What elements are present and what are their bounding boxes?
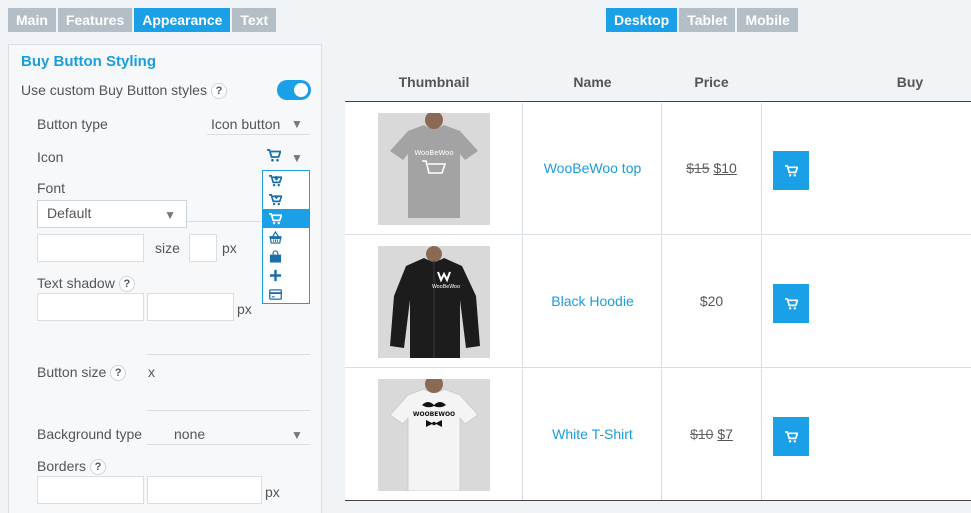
px-label: px	[222, 240, 237, 256]
cell-divider	[761, 369, 762, 500]
product-name-link[interactable]: Black Hoodie	[523, 293, 662, 309]
product-price: $20	[662, 293, 761, 309]
table-row: WooBeWoo WooBeWoo top $15 $10	[345, 103, 971, 235]
divider	[147, 354, 310, 355]
background-type-value[interactable]: none	[174, 426, 205, 442]
product-thumbnail[interactable]: WooBeWoo	[378, 113, 490, 225]
help-icon[interactable]: ?	[118, 276, 135, 293]
toggle-knob	[294, 83, 308, 97]
tab-tablet[interactable]: Tablet	[679, 8, 736, 32]
product-price: $15 $10	[662, 160, 761, 176]
old-price: $15	[686, 160, 710, 176]
table-row: WooBeWoo Black Hoodie $20	[345, 236, 971, 368]
border-width-inputs[interactable]	[147, 476, 262, 504]
background-type-label: Background type	[37, 426, 143, 442]
product-thumbnail[interactable]: WOOBEWOO	[378, 379, 490, 491]
settings-tabs: Main Features Appearance Text	[8, 8, 277, 32]
tab-features[interactable]: Features	[57, 8, 133, 32]
button-type-underline	[207, 134, 310, 135]
borders-label: Borders	[37, 458, 87, 474]
px-label: px	[265, 484, 280, 500]
print-text: WooBeWoo	[414, 149, 453, 157]
size-label: size	[155, 240, 180, 256]
chevron-down-icon[interactable]: ▼	[291, 428, 303, 442]
chevron-down-icon: ▼	[164, 208, 176, 222]
button-type-value[interactable]: Icon button	[211, 116, 280, 132]
shopping-cart-icon	[784, 297, 798, 310]
sale-price: $7	[717, 426, 733, 442]
help-icon[interactable]: ?	[90, 459, 107, 476]
product-thumbnail[interactable]: WooBeWoo	[378, 246, 490, 358]
font-size-input[interactable]	[189, 234, 217, 262]
header-price[interactable]: Price	[662, 74, 761, 90]
add-to-cart-button[interactable]	[773, 151, 809, 190]
custom-styles-row: Use custom Buy Button styles?	[21, 82, 227, 100]
borders-row: Borders?	[37, 458, 107, 476]
x-label: x	[148, 364, 155, 380]
buy-button-styling-panel: Buy Button Styling Use custom Buy Button…	[8, 44, 322, 513]
print-text: WOOBEWOO	[413, 411, 455, 418]
regular-price: $20	[699, 293, 724, 309]
panel-title: Buy Button Styling	[21, 53, 156, 70]
tab-appearance[interactable]: Appearance	[134, 8, 231, 32]
font-label: Font	[37, 180, 66, 196]
shopping-cart-icon[interactable]	[263, 209, 309, 228]
text-shadow-label: Text shadow	[37, 275, 115, 291]
sale-price: $10	[713, 160, 737, 176]
product-name-link[interactable]: White T-Shirt	[523, 426, 662, 442]
divider	[147, 410, 310, 411]
shopping-cart-icon	[784, 164, 798, 177]
font-underline	[187, 221, 261, 222]
add-to-cart-button[interactable]	[773, 417, 809, 456]
shopping-basket-icon[interactable]	[263, 228, 309, 247]
px-label: px	[237, 301, 252, 317]
tab-text[interactable]: Text	[232, 8, 277, 32]
shopping-bag-icon[interactable]	[263, 247, 309, 266]
icon-dropdown-list	[262, 170, 310, 304]
cell-divider	[761, 236, 762, 367]
custom-styles-toggle[interactable]	[277, 80, 311, 100]
text-shadow-row: Text shadow?	[37, 275, 135, 293]
shopping-cart-icon	[784, 430, 798, 443]
border-color-input[interactable]	[37, 476, 144, 504]
font-select-value: Default	[47, 205, 92, 221]
credit-card-icon[interactable]	[263, 285, 309, 304]
table-row: WOOBEWOO White T-Shirt $10 $7	[345, 369, 971, 501]
header-thumbnail[interactable]: Thumbnail	[345, 74, 523, 90]
help-icon[interactable]: ?	[210, 83, 227, 100]
old-price: $10	[690, 426, 714, 442]
print-text: WooBeWoo	[432, 284, 460, 290]
header-name[interactable]: Name	[523, 74, 662, 90]
font-select[interactable]: Default ▼	[37, 200, 187, 228]
shadow-offset-inputs[interactable]	[147, 293, 234, 321]
add-to-cart-button[interactable]	[773, 284, 809, 323]
button-type-label: Button type	[37, 116, 108, 132]
tab-mobile[interactable]: Mobile	[737, 8, 798, 32]
tab-main[interactable]: Main	[8, 8, 56, 32]
cart-arrow-down-icon[interactable]	[263, 171, 309, 190]
cell-divider	[761, 103, 762, 234]
plus-icon[interactable]	[263, 266, 309, 285]
shadow-color-input[interactable]	[37, 293, 144, 321]
product-name-link[interactable]: WooBeWoo top	[523, 160, 662, 176]
help-icon[interactable]: ?	[110, 365, 127, 382]
custom-styles-label: Use custom Buy Button styles	[21, 82, 207, 98]
header-buy[interactable]: Buy	[857, 74, 963, 90]
table-header: Thumbnail Name Price Buy	[345, 62, 971, 102]
device-tabs: Desktop Tablet Mobile	[606, 8, 798, 32]
chevron-down-icon[interactable]: ▼	[291, 117, 303, 131]
tab-desktop[interactable]: Desktop	[606, 8, 678, 32]
background-type-underline	[147, 444, 310, 445]
font-color-input[interactable]	[37, 234, 144, 262]
cart-icon[interactable]	[267, 149, 282, 165]
cart-plus-icon[interactable]	[263, 190, 309, 209]
chevron-down-icon[interactable]: ▼	[291, 151, 303, 165]
button-size-label: Button size	[37, 364, 107, 380]
product-price: $10 $7	[662, 426, 761, 442]
icon-label: Icon	[37, 149, 64, 165]
button-size-row: Button size?	[37, 364, 127, 382]
